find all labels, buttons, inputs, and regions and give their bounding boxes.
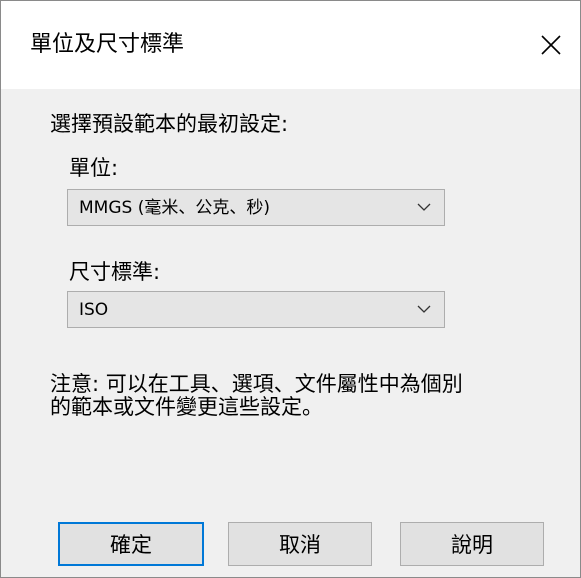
close-icon — [541, 35, 561, 55]
cancel-button[interactable]: 取消 — [228, 522, 372, 566]
units-label: 單位: — [69, 156, 119, 180]
close-button[interactable] — [522, 17, 580, 73]
dimension-standard-dropdown[interactable]: ISO — [67, 291, 445, 328]
dimension-standard-dropdown-value: ISO — [79, 300, 109, 320]
dialog-body: 選擇預設範本的最初設定: 單位: MMGS (毫米、公克、秒) 尺寸標準: IS… — [1, 89, 580, 577]
initial-settings-prompt: 選擇預設範本的最初設定: — [50, 112, 289, 136]
help-button[interactable]: 說明 — [400, 522, 544, 566]
settings-note-line: 的範本或文件變更這些設定。 — [50, 395, 323, 419]
dimension-standard-label: 尺寸標準: — [69, 260, 161, 284]
units-dropdown[interactable]: MMGS (毫米、公克、秒) — [67, 189, 445, 226]
settings-note: 注意: 可以在工具、選項、文件屬性中為個別 的範本或文件變更這些設定。 — [50, 373, 570, 419]
settings-note-line: 注意: 可以在工具、選項、文件屬性中為個別 — [50, 372, 463, 396]
chevron-down-icon — [417, 203, 431, 211]
units-dropdown-value: MMGS (毫米、公克、秒) — [79, 198, 270, 218]
units-and-standard-dialog: 單位及尺寸標準 選擇預設範本的最初設定: 單位: MMGS (毫米、公克、秒) … — [0, 0, 581, 578]
chevron-down-icon — [417, 305, 431, 313]
ok-button[interactable]: 確定 — [58, 522, 204, 566]
dialog-titlebar: 單位及尺寸標準 — [1, 1, 580, 89]
dialog-title: 單位及尺寸標準 — [30, 32, 185, 57]
